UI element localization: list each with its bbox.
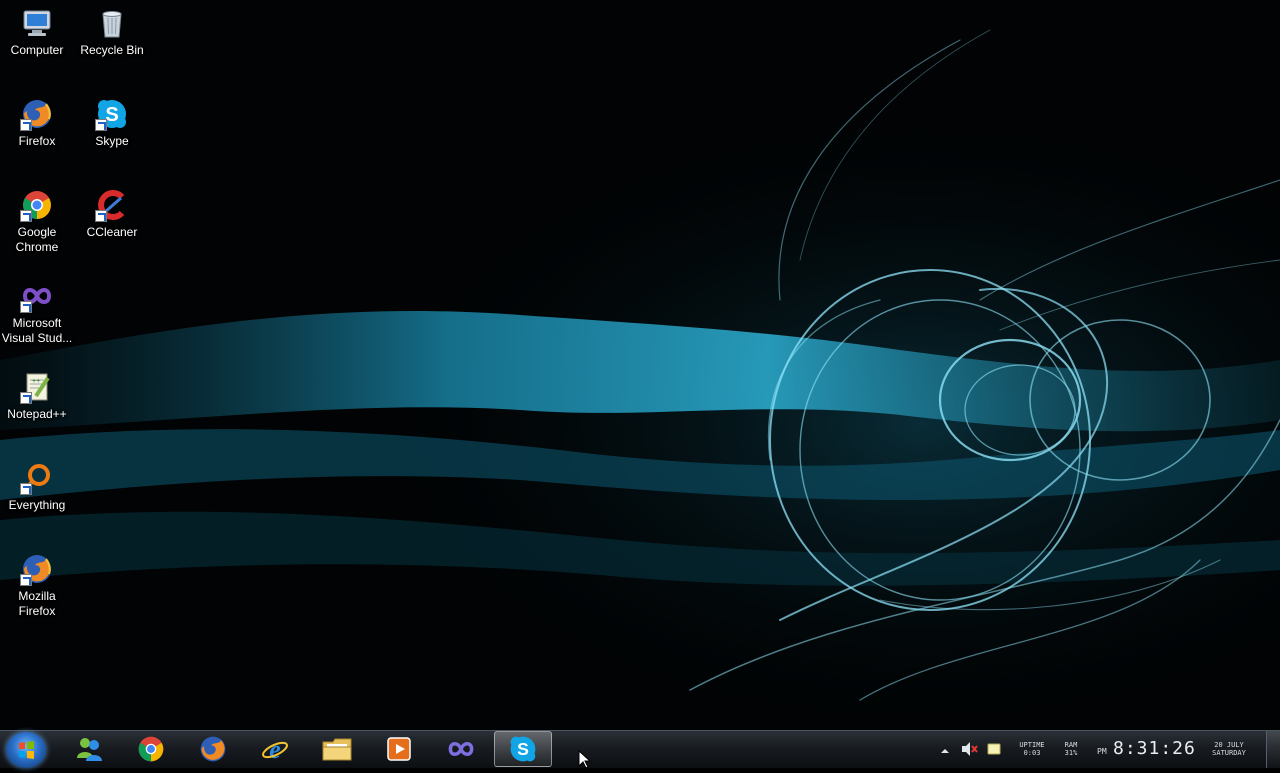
- weekday-text: SATURDAY: [1212, 749, 1246, 757]
- svg-text:e: e: [269, 735, 281, 764]
- desktop-icon-label: Skype: [95, 134, 129, 148]
- desktop-icon-everything[interactable]: Everything: [0, 455, 74, 513]
- taskbar-internet-explorer[interactable]: e: [246, 731, 304, 767]
- shortcut-arrow-icon: [20, 210, 32, 222]
- firefox-icon: [20, 552, 54, 586]
- everything-icon: [20, 461, 54, 495]
- svg-text:S: S: [105, 104, 118, 126]
- taskbar-visual-studio[interactable]: [432, 731, 490, 767]
- skype-icon: S: [95, 97, 129, 131]
- firefox-icon: [200, 736, 226, 762]
- shortcut-arrow-icon: [95, 210, 107, 222]
- desktop-icon-notepadpp[interactable]: ++ Notepad++: [0, 364, 74, 422]
- shortcut-arrow-icon: [20, 392, 32, 404]
- clock-ampm: PM: [1097, 747, 1107, 756]
- skype-icon: S: [510, 736, 536, 762]
- recycle-bin-icon: [95, 6, 129, 40]
- notepadpp-icon: ++: [20, 370, 54, 404]
- visual-studio-icon: [20, 279, 54, 313]
- chrome-icon: [20, 188, 54, 222]
- uptime-value: 0:03: [1023, 749, 1041, 757]
- taskbar: e S UPTIME 0:03 RAM 31% PM 8:31:26 20 JU…: [0, 730, 1280, 768]
- ram-meter: RAM 31%: [1054, 741, 1088, 757]
- shortcut-arrow-icon: [20, 301, 32, 313]
- taskbar-firefox[interactable]: [184, 731, 242, 767]
- desktop-icon-recycle-bin[interactable]: Recycle Bin: [75, 0, 149, 58]
- desktop-icon-label: Notepad++: [7, 407, 67, 421]
- desktop-icon-ccleaner[interactable]: CCleaner: [75, 182, 149, 240]
- chevron-up-icon: [941, 749, 949, 753]
- visual-studio-icon: [448, 741, 474, 757]
- clock-date[interactable]: 20 JULY SATURDAY: [1196, 741, 1262, 757]
- desktop: Computer Recycle Bin Firefox S Skype Goo…: [0, 0, 1280, 730]
- show-desktop-button[interactable]: [1266, 731, 1280, 768]
- show-hidden-icons-button[interactable]: [940, 743, 950, 753]
- media-player-icon: [387, 737, 411, 761]
- taskbar-skype[interactable]: S: [494, 731, 552, 767]
- date-text: 20 JULY: [1214, 741, 1244, 749]
- shortcut-arrow-icon: [95, 119, 107, 131]
- desktop-icon-label: Mozilla Firefox: [18, 589, 56, 618]
- desktop-icon-visual-studio[interactable]: Microsoft Visual Stud...: [0, 273, 74, 346]
- chrome-icon: [138, 736, 164, 762]
- svg-text:S: S: [517, 739, 529, 759]
- desktop-icon-label: Recycle Bin: [80, 43, 144, 57]
- shortcut-arrow-icon: [20, 119, 32, 131]
- computer-icon: [20, 6, 54, 40]
- taskbar-chrome[interactable]: [122, 731, 180, 767]
- uptime-label: UPTIME: [1019, 741, 1045, 749]
- wallpaper: [0, 0, 1280, 730]
- file-explorer-icon: [322, 738, 352, 761]
- action-center-flag-icon: [987, 743, 1001, 755]
- desktop-icon-mozilla-firefox[interactable]: Mozilla Firefox: [0, 546, 74, 619]
- desktop-icon-computer[interactable]: Computer: [0, 0, 74, 58]
- desktop-icon-label: CCleaner: [86, 225, 138, 239]
- messenger-icon: [77, 738, 102, 761]
- taskbar-messenger[interactable]: [60, 731, 118, 767]
- desktop-icon-label: Computer: [10, 43, 64, 57]
- shortcut-arrow-icon: [20, 574, 32, 586]
- ccleaner-icon: [95, 188, 129, 222]
- ram-label: RAM: [1064, 741, 1078, 749]
- volume-muted-icon: [962, 742, 978, 756]
- svg-text:++: ++: [32, 378, 40, 385]
- desktop-icon-label: Microsoft Visual Stud...: [1, 316, 73, 345]
- start-button[interactable]: [6, 732, 46, 768]
- desktop-icon-label: Firefox: [18, 134, 56, 148]
- firefox-icon: [20, 97, 54, 131]
- desktop-icon-google-chrome[interactable]: Google Chrome: [0, 182, 74, 255]
- windows-logo-icon: [19, 741, 34, 759]
- volume-muted-button[interactable]: [960, 741, 978, 757]
- clock-time[interactable]: 8:31:26: [1113, 738, 1196, 759]
- uptime-meter: UPTIME 0:03: [1012, 741, 1052, 757]
- internet-explorer-icon: e: [262, 735, 288, 764]
- mouse-cursor-icon: [578, 750, 592, 769]
- shortcut-arrow-icon: [20, 483, 32, 495]
- desktop-icon-skype[interactable]: S Skype: [75, 91, 149, 149]
- desktop-icon-label: Google Chrome: [15, 225, 59, 254]
- desktop-icon-firefox[interactable]: Firefox: [0, 91, 74, 149]
- taskbar-file-explorer[interactable]: [308, 731, 366, 767]
- desktop-icon-label: Everything: [8, 498, 66, 512]
- taskbar-media-player[interactable]: [370, 731, 428, 767]
- ram-value: 31%: [1064, 749, 1078, 757]
- notification-button[interactable]: [986, 741, 1002, 757]
